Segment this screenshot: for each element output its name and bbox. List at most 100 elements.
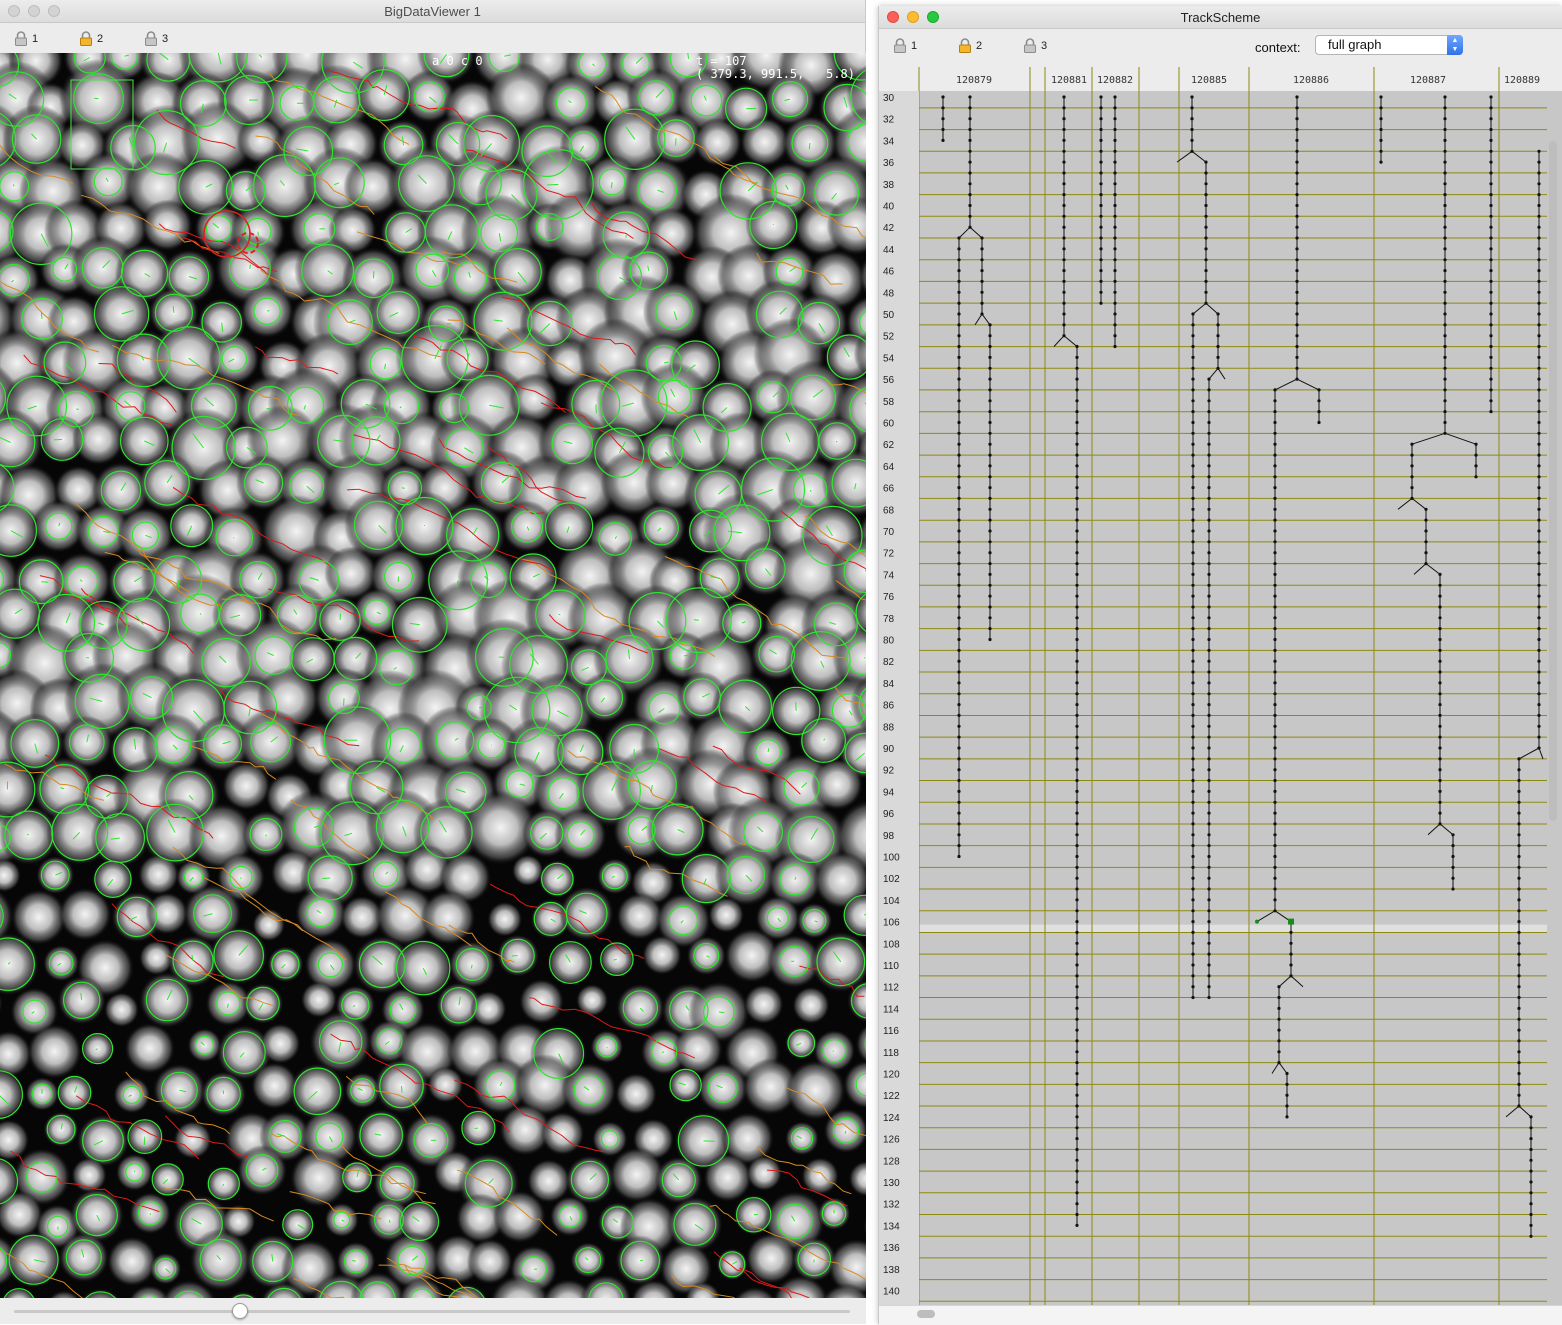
track-spot xyxy=(968,193,971,196)
track-spot xyxy=(1062,117,1065,120)
track-spot xyxy=(1191,931,1194,934)
track-spot xyxy=(1191,497,1194,500)
bdv-toolbar: 1 2 3 xyxy=(0,23,865,53)
track-spot xyxy=(957,454,960,457)
track-spot xyxy=(1191,757,1194,760)
spot-link xyxy=(719,1012,725,1013)
track-spot xyxy=(1379,117,1382,120)
track-spot xyxy=(1517,757,1520,760)
track-spot xyxy=(1207,627,1210,630)
lock-label: 3 xyxy=(162,33,168,45)
track-spot xyxy=(1438,616,1441,619)
track-spot xyxy=(1099,139,1102,142)
track-spot xyxy=(1517,1061,1520,1064)
track-spot xyxy=(1191,454,1194,457)
division-edge xyxy=(1539,748,1543,759)
track-spot xyxy=(1191,312,1194,315)
track-spot xyxy=(1529,1235,1532,1238)
track-spot xyxy=(1410,443,1413,446)
column-header-label: 120886 xyxy=(1293,75,1329,86)
track-spot xyxy=(1075,996,1078,999)
track-spot xyxy=(1207,963,1210,966)
track-spot xyxy=(1438,757,1441,760)
track-spot xyxy=(1273,812,1276,815)
current-timepoint-band xyxy=(919,925,1547,933)
track-spot xyxy=(1443,95,1446,98)
lock-3-button[interactable]: 3 xyxy=(1023,38,1047,53)
track-spot xyxy=(1207,497,1210,500)
trackscheme-graph-area[interactable]: 1208791208811208821208851208861208871208… xyxy=(879,67,1562,1309)
track-spot xyxy=(1273,399,1276,402)
track-spot xyxy=(980,236,983,239)
lock-3-button[interactable]: 3 xyxy=(144,31,168,46)
track-spot xyxy=(1207,443,1210,446)
timepoint-label: 54 xyxy=(883,353,895,364)
track-spot xyxy=(1191,670,1194,673)
track-spot xyxy=(1273,681,1276,684)
division-edge xyxy=(1064,336,1077,347)
timepoint-slider-track[interactable] xyxy=(14,1310,850,1313)
lock-label: 1 xyxy=(32,33,38,45)
timepoint-label: 40 xyxy=(883,202,895,213)
track-spot xyxy=(1379,106,1382,109)
division-edge xyxy=(1054,336,1064,347)
track-spot xyxy=(1443,399,1446,402)
track-spot xyxy=(1075,1213,1078,1216)
track-spot xyxy=(1191,790,1194,793)
track-spot xyxy=(988,605,991,608)
track-spot xyxy=(1537,714,1540,717)
lock-2-button[interactable]: 2 xyxy=(958,38,982,53)
track-spot xyxy=(957,812,960,815)
lock-1-button[interactable]: 1 xyxy=(14,31,38,46)
track-spot xyxy=(957,334,960,337)
track-spot xyxy=(1191,627,1194,630)
track-spot xyxy=(1099,95,1102,98)
track-spot xyxy=(957,464,960,467)
track-spot xyxy=(957,323,960,326)
track-spot xyxy=(1113,193,1116,196)
track-spot xyxy=(1207,660,1210,663)
ts-toolbar: 1 2 3 context: full graph ▲▼ xyxy=(879,29,1562,69)
track-spot xyxy=(1489,323,1492,326)
track-spot xyxy=(1113,106,1116,109)
lock-1-button[interactable]: 1 xyxy=(893,38,917,53)
image-viewer-canvas[interactable]: a 0 c 0 t = 107 ( 379.3, 991.5, 5.8) xyxy=(0,53,866,1298)
track-spot xyxy=(1207,855,1210,858)
track-spot xyxy=(1207,844,1210,847)
track-spot xyxy=(1204,215,1207,218)
track-spot xyxy=(1207,931,1210,934)
track-spot xyxy=(1099,161,1102,164)
bdv-titlebar[interactable]: BigDataViewer 1 xyxy=(0,0,865,23)
division-edge xyxy=(1279,976,1291,987)
lock-2-button[interactable]: 2 xyxy=(79,31,103,46)
track-spot xyxy=(988,627,991,630)
track-spot xyxy=(1295,139,1298,142)
nucleus xyxy=(745,1233,796,1284)
track-spot xyxy=(1207,801,1210,804)
spot-link xyxy=(267,311,269,312)
track-spot xyxy=(1075,725,1078,728)
nucleus xyxy=(642,935,682,975)
track-spot xyxy=(1191,877,1194,880)
vertical-scrollbar-thumb xyxy=(1549,141,1557,821)
track-spot xyxy=(1273,725,1276,728)
track-spot xyxy=(1075,497,1078,500)
context-dropdown[interactable]: full graph ▲▼ xyxy=(1315,35,1463,55)
track-spot xyxy=(1537,497,1540,500)
track-spot xyxy=(1075,649,1078,652)
track-spot xyxy=(1489,269,1492,272)
nucleus xyxy=(703,1153,752,1202)
track-spot xyxy=(1075,1180,1078,1183)
track-spot xyxy=(1277,1007,1280,1010)
track-spot xyxy=(1295,312,1298,315)
ts-titlebar[interactable]: TrackScheme xyxy=(879,6,1562,29)
timepoint-slider-thumb[interactable] xyxy=(232,1303,248,1319)
timepoint-label: 100 xyxy=(883,853,900,864)
track-spot xyxy=(1207,985,1210,988)
spot-link xyxy=(258,232,259,236)
scrollbar-thumb[interactable] xyxy=(917,1310,935,1318)
track-spot xyxy=(1537,356,1540,359)
track-spot xyxy=(968,117,971,120)
track-spot xyxy=(1489,106,1492,109)
horizontal-scrollbar[interactable] xyxy=(879,1305,1562,1325)
